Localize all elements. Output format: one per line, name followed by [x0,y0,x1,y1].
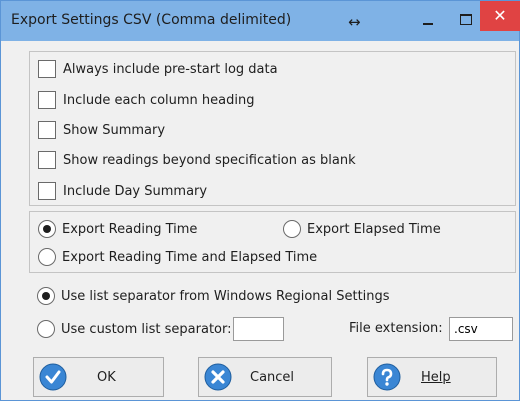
checkbox-label: Include Day Summary [63,183,208,199]
title-bar[interactable]: Export Settings CSV (Comma delimited) ↔ … [1,1,520,41]
close-button[interactable]: ✕ [480,1,520,31]
radio-button[interactable] [37,287,55,305]
cancel-button-label: Cancel [250,369,295,385]
resize-icon[interactable]: ↔ [348,13,361,31]
checkbox-label: Show Summary [63,122,166,138]
radio-label: Use list separator from Windows Regional… [61,288,390,304]
radio-label: Export Reading Time and Elapsed Time [62,249,318,265]
options-group: Always include pre-start log data Includ… [29,51,516,206]
minimize-button[interactable] [411,9,445,33]
radio-elapsed-time[interactable]: Export Elapsed Time [283,218,441,240]
ok-button-label: OK [97,369,116,385]
ok-button[interactable]: OK [33,357,164,397]
time-export-group: Export Reading Time Export Elapsed Time … [29,211,516,273]
radio-reading-time[interactable]: Export Reading Time [38,218,197,240]
radio-label: Export Elapsed Time [307,221,441,237]
checkbox-box[interactable] [38,91,56,109]
checkbox-box[interactable] [38,121,56,139]
checkbox-label: Always include pre-start log data [63,61,278,77]
radio-label: Use custom list separator: [61,321,232,337]
checkbox-label: Show readings beyond specification as bl… [63,152,356,168]
file-extension-label: File extension: [349,321,443,336]
radio-custom-separator[interactable]: Use custom list separator: [37,318,232,340]
column-heading-checkbox[interactable]: Include each column heading [38,89,254,111]
file-extension-input[interactable]: .csv [449,317,513,341]
maximize-button[interactable] [449,9,483,33]
radio-label: Export Reading Time [62,221,198,237]
beyond-spec-blank-checkbox[interactable]: Show readings beyond specification as bl… [38,149,356,171]
checkbox-box[interactable] [38,60,56,78]
pre-start-log-checkbox[interactable]: Always include pre-start log data [38,58,278,80]
radio-button[interactable] [37,320,55,338]
check-icon [39,363,67,391]
checkbox-box[interactable] [38,151,56,169]
checkbox-label: Include each column heading [63,92,255,108]
radio-windows-separator[interactable]: Use list separator from Windows Regional… [37,285,390,307]
x-icon [204,363,232,391]
radio-reading-and-elapsed-time[interactable]: Export Reading Time and Elapsed Time [38,246,317,268]
radio-button[interactable] [38,220,56,238]
help-button[interactable]: Help [367,357,497,397]
export-settings-dialog: Export Settings CSV (Comma delimited) ↔ … [0,0,520,401]
day-summary-checkbox[interactable]: Include Day Summary [38,180,207,202]
help-button-label: Help [421,369,451,385]
custom-separator-input[interactable] [233,317,284,341]
question-icon [373,363,401,391]
radio-button[interactable] [38,248,56,266]
window-title: Export Settings CSV (Comma delimited) [11,12,292,28]
cancel-button[interactable]: Cancel [198,357,332,397]
radio-button[interactable] [283,220,301,238]
checkbox-box[interactable] [38,182,56,200]
show-summary-checkbox[interactable]: Show Summary [38,119,165,141]
